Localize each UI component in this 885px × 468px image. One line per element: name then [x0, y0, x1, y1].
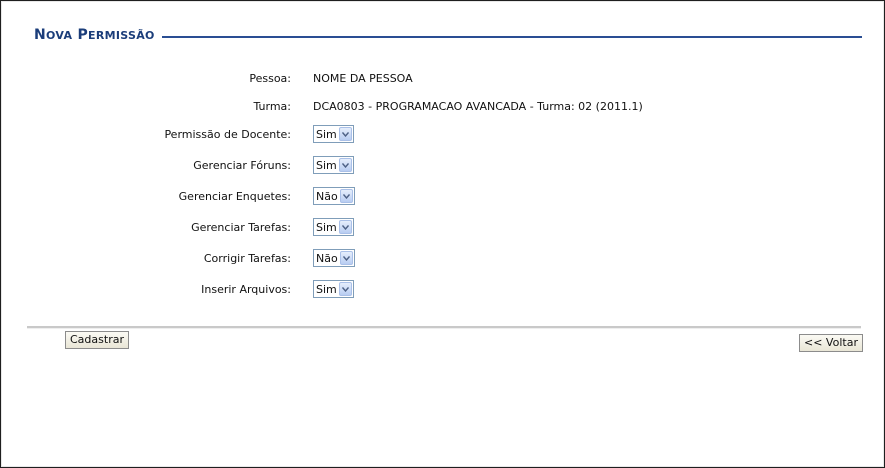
row-pessoa: Pessoa: NOME DA PESSOA — [1, 69, 885, 89]
permissao-docente-label: Permissão de Docente: — [164, 128, 291, 141]
corrigir-tarefas-label: Corrigir Tarefas: — [203, 252, 291, 265]
chevron-down-icon[interactable] — [339, 189, 353, 203]
voltar-button[interactable]: << Voltar — [799, 334, 863, 352]
row-inserir-arquivos: Inserir Arquivos: Sim — [1, 280, 885, 300]
permissao-docente-select[interactable]: Sim — [313, 125, 354, 143]
inserir-arquivos-select[interactable]: Sim — [313, 280, 354, 298]
row-permissao-docente: Permissão de Docente: Sim — [1, 125, 885, 145]
gerenciar-tarefas-label: Gerenciar Tarefas: — [191, 221, 291, 234]
inserir-arquivos-selected: Sim — [316, 282, 337, 296]
pessoa-label: Pessoa: — [249, 72, 291, 85]
chevron-down-icon[interactable] — [338, 158, 352, 172]
gerenciar-tarefas-selected: Sim — [316, 220, 337, 234]
page-title: NOVA PERMISSÃO — [34, 27, 162, 43]
row-gerenciar-tarefas: Gerenciar Tarefas: Sim — [1, 218, 885, 238]
gerenciar-foruns-selected: Sim — [316, 158, 337, 172]
pessoa-value: NOME DA PESSOA — [313, 72, 413, 85]
gerenciar-enquetes-label: Gerenciar Enquetes: — [178, 190, 291, 203]
page-frame: NOVA PERMISSÃO Pessoa: NOME DA PESSOA Tu… — [0, 0, 885, 468]
row-corrigir-tarefas: Corrigir Tarefas: Não — [1, 249, 885, 269]
corrigir-tarefas-select[interactable]: Não — [313, 249, 355, 267]
cadastrar-button[interactable]: Cadastrar — [65, 331, 129, 349]
form-divider — [27, 326, 861, 329]
gerenciar-foruns-label: Gerenciar Fóruns: — [193, 159, 291, 172]
chevron-down-icon[interactable] — [338, 220, 352, 234]
chevron-down-icon[interactable] — [338, 127, 352, 141]
gerenciar-enquetes-selected: Não — [316, 189, 338, 203]
row-gerenciar-foruns: Gerenciar Fóruns: Sim — [1, 156, 885, 176]
inserir-arquivos-label: Inserir Arquivos: — [201, 283, 291, 296]
row-gerenciar-enquetes: Gerenciar Enquetes: Não — [1, 187, 885, 207]
gerenciar-tarefas-select[interactable]: Sim — [313, 218, 354, 236]
gerenciar-enquetes-select[interactable]: Não — [313, 187, 355, 205]
permissao-docente-selected: Sim — [316, 127, 337, 141]
corrigir-tarefas-selected: Não — [316, 251, 338, 265]
turma-label: Turma: — [253, 100, 291, 113]
row-turma: Turma: DCA0803 - PROGRAMACAO AVANCADA - … — [1, 97, 885, 117]
chevron-down-icon[interactable] — [338, 282, 352, 296]
chevron-down-icon[interactable] — [339, 251, 353, 265]
gerenciar-foruns-select[interactable]: Sim — [313, 156, 354, 174]
turma-value: DCA0803 - PROGRAMACAO AVANCADA - Turma: … — [313, 100, 643, 113]
section-header: NOVA PERMISSÃO — [34, 27, 862, 47]
